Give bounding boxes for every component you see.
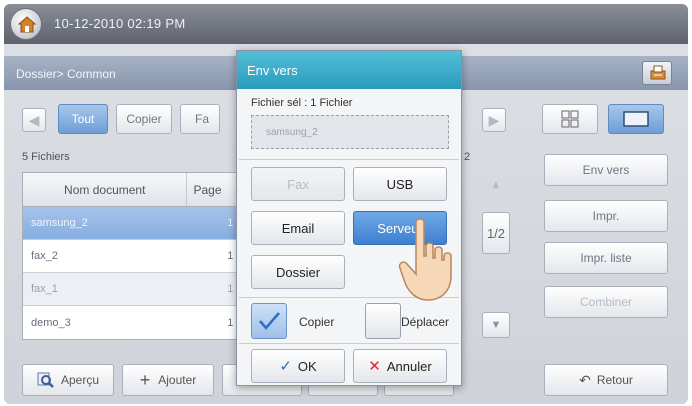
move-label: Déplacer — [401, 315, 450, 329]
dest-usb-button[interactable]: USB — [353, 167, 447, 201]
status-bar: 10-12-2010 02:19 PM — [4, 4, 688, 44]
magnifier-icon — [37, 372, 54, 388]
breadcrumb: Dossier> Common — [16, 67, 116, 81]
list-view-icon — [623, 111, 649, 127]
home-icon — [17, 16, 37, 33]
row-name: samsung_2 — [31, 217, 88, 229]
page-marker: 2 — [464, 151, 471, 163]
copy-label: Copier — [299, 315, 335, 329]
grid-view-button[interactable] — [542, 104, 598, 134]
cancel-button[interactable]: ✕ Annuler — [353, 349, 447, 383]
selected-file-field: samsung_2 — [251, 115, 449, 149]
preview-button[interactable]: Aperçu — [22, 364, 114, 396]
next-tab-button[interactable]: ▶ — [482, 108, 506, 132]
pointing-hand-icon — [398, 218, 452, 301]
table-row[interactable]: fax_2 1 — [23, 240, 245, 273]
scroll-down-button[interactable]: ▼ — [482, 312, 510, 338]
ok-button[interactable]: ✓ OK — [251, 349, 345, 383]
scroll-up-button[interactable]: ▲ — [482, 172, 510, 198]
dest-fax-button[interactable]: Fax — [251, 167, 345, 201]
list-scrollbar: ▲ 1/2 ▼ — [482, 172, 510, 342]
move-checkbox[interactable] — [365, 303, 401, 339]
tab-copy[interactable]: Copier — [116, 104, 172, 134]
datetime: 10-12-2010 02:19 PM — [54, 16, 186, 31]
row-name: fax_2 — [31, 250, 58, 262]
back-button[interactable]: ↶ Retour — [544, 364, 668, 396]
undo-arrow-icon: ↶ — [579, 371, 591, 388]
print-list-button[interactable]: Impr. liste — [544, 242, 668, 274]
back-label: Retour — [596, 373, 633, 387]
tab-all[interactable]: Tout — [58, 104, 108, 134]
cancel-label: Annuler — [386, 358, 432, 374]
plus-icon: + — [139, 369, 151, 390]
table-row[interactable]: fax_1 1 — [23, 273, 245, 306]
printer-queue-icon — [650, 65, 666, 80]
printer-screen: 10-12-2010 02:19 PM Dossier> Common ◀ To… — [4, 4, 688, 404]
divider — [239, 343, 459, 344]
copy-checkbox[interactable] — [251, 303, 287, 339]
preview-label: Aperçu — [60, 373, 100, 387]
chevron-up-icon: ▲ — [490, 179, 502, 191]
selection-label: Fichier sél : 1 Fichier — [251, 97, 353, 109]
check-icon: ✓ — [279, 358, 292, 375]
chevron-right-icon: ▶ — [488, 111, 500, 128]
dialog-title: Env vers — [237, 51, 461, 89]
list-view-button[interactable] — [608, 104, 664, 134]
table-row[interactable]: samsung_2 1 — [23, 207, 245, 240]
prev-tab-button[interactable]: ◀ — [22, 108, 46, 132]
ok-label: OK — [297, 358, 317, 374]
add-label: Ajouter — [158, 373, 197, 387]
chevron-down-icon: ▼ — [490, 319, 502, 331]
table-row[interactable]: demo_3 1 — [23, 306, 245, 339]
grid-view-icon — [561, 110, 579, 128]
print-button[interactable]: Impr. — [544, 200, 668, 232]
column-header-name[interactable]: Nom document — [23, 173, 188, 206]
send-to-button[interactable]: Env vers — [544, 154, 668, 186]
home-button[interactable] — [10, 8, 42, 40]
chevron-left-icon: ◀ — [28, 111, 40, 128]
dest-email-button[interactable]: Email — [251, 211, 345, 245]
row-name: demo_3 — [31, 316, 71, 329]
add-button[interactable]: + Ajouter — [122, 364, 214, 396]
page-indicator: 1/2 — [482, 212, 510, 254]
row-name: fax_1 — [31, 283, 58, 295]
combine-button[interactable]: Combiner — [544, 286, 668, 318]
file-count: 5 Fichiers — [22, 151, 70, 163]
tab-fax[interactable]: Fa — [180, 104, 220, 134]
table-header: Nom document Page — [23, 173, 245, 207]
close-icon: ✕ — [368, 358, 381, 375]
checkmark-icon — [259, 312, 280, 330]
dest-folder-button[interactable]: Dossier — [251, 255, 345, 289]
file-table: Nom document Page samsung_2 1 fax_2 1 fa… — [22, 172, 246, 340]
divider — [239, 159, 459, 160]
job-status-button[interactable] — [642, 61, 672, 85]
